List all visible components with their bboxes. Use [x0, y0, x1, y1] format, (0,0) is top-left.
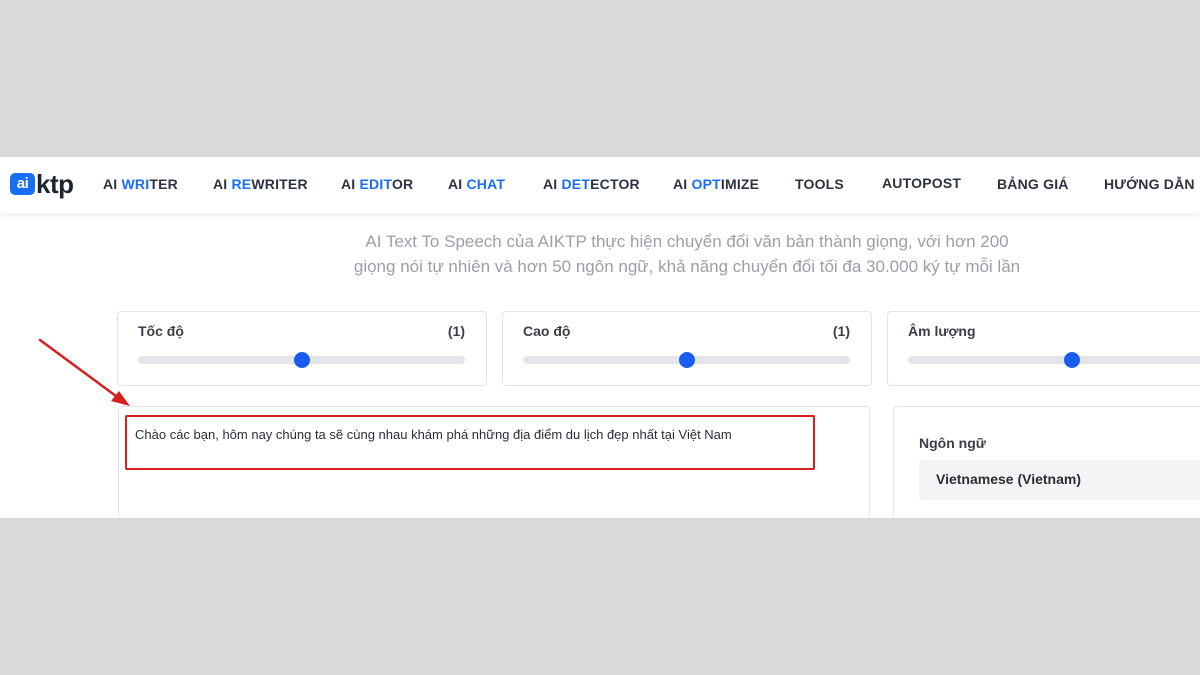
nav-ai-optimize[interactable]: AI OPTIMIZE — [673, 176, 759, 192]
pitch-label: Cao độ — [523, 323, 571, 339]
nav-guide[interactable]: HƯỚNG DẪN — [1104, 176, 1195, 192]
pitch-slider[interactable] — [523, 352, 850, 368]
volume-label: Âm lượng — [908, 323, 976, 339]
speed-slider[interactable] — [138, 352, 465, 368]
language-card: Ngôn ngữ Vietnamese (Vietnam) — [893, 406, 1200, 518]
logo-text: ktp — [36, 169, 74, 199]
speed-value: (1) — [447, 323, 465, 339]
nav-ai-chat[interactable]: AI CHAT — [448, 176, 505, 192]
nav-tools[interactable]: TOOLS — [795, 176, 844, 192]
volume-slider-thumb[interactable] — [1063, 352, 1080, 368]
aiktp-logo[interactable]: ai ktp — [10, 169, 74, 199]
text-input[interactable]: Chào các bạn, hôm nay chúng ta sẽ cùng n… — [135, 427, 732, 442]
pitch-slider-card: Cao độ (1) — [502, 311, 872, 386]
nav-ai-editor[interactable]: AI EDITOR — [341, 176, 413, 192]
top-navbar: ai ktp AI WRITER AI REWRITER AI EDITOR A… — [0, 157, 1200, 213]
intro-line-1: AI Text To Speech của AIKTP thực hiện ch… — [365, 232, 1009, 251]
speed-slider-card: Tốc độ (1) — [117, 311, 487, 386]
logo-mark: ai — [10, 173, 35, 195]
volume-slider-card: Âm lượng — [887, 311, 1200, 386]
volume-slider[interactable] — [908, 352, 1200, 368]
nav-ai-writer[interactable]: AI WRITER — [103, 176, 178, 192]
nav-ai-detector[interactable]: AI DETECTOR — [543, 176, 640, 192]
language-label: Ngôn ngữ — [919, 435, 986, 451]
intro-line-2: giọng nói tự nhiên và hơn 50 ngôn ngữ, k… — [353, 257, 1021, 276]
nav-autopost[interactable]: AUTOPOST — [882, 175, 961, 191]
speed-label: Tốc độ — [138, 323, 184, 339]
arrow-icon — [38, 338, 130, 406]
nav-ai-rewriter[interactable]: AI REWRITER — [213, 176, 308, 192]
pitch-slider-thumb[interactable] — [678, 352, 695, 368]
text-input-card[interactable]: Chào các bạn, hôm nay chúng ta sẽ cùng n… — [118, 406, 870, 518]
app-screenshot: ai ktp AI WRITER AI REWRITER AI EDITOR A… — [0, 157, 1200, 518]
language-select[interactable]: Vietnamese (Vietnam) — [919, 460, 1200, 500]
speed-slider-thumb[interactable] — [293, 352, 310, 368]
nav-pricing[interactable]: BẢNG GIÁ — [997, 176, 1069, 192]
pitch-value: (1) — [832, 323, 850, 339]
